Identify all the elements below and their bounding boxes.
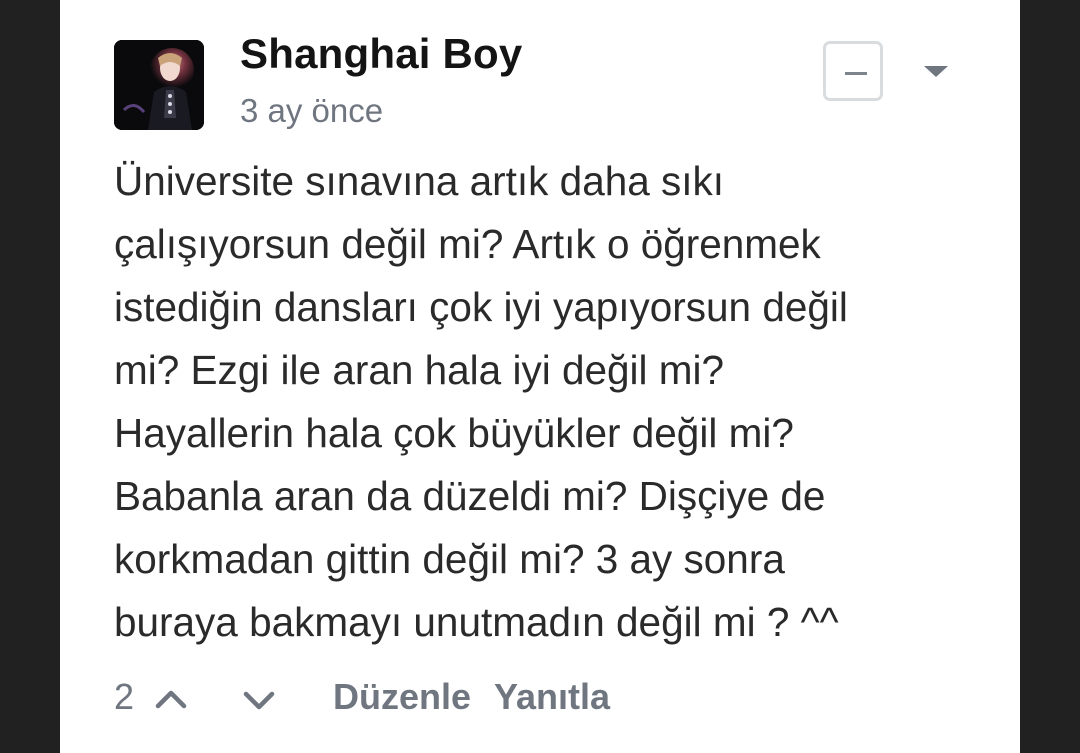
comment-line: Babanla aran da düzeldi mi? Dişçiye de — [114, 473, 826, 519]
chevron-down-icon — [243, 691, 275, 710]
avatar-image — [114, 40, 204, 130]
comment-line: mi? Ezgi ile aran hala iyi değil mi? — [114, 347, 725, 393]
comment-footer: 2 Düzenle Yanıtla — [114, 672, 974, 726]
collapse-button[interactable] — [823, 41, 883, 101]
comment-card: Shanghai Boy 3 ay önce Üniversite sınavı… — [60, 0, 1020, 753]
minus-icon — [845, 72, 867, 75]
edit-button[interactable]: Düzenle — [333, 676, 471, 718]
comment-body: Üniversite sınavına artık daha sıkı çalı… — [114, 150, 974, 654]
chevron-up-icon — [155, 690, 187, 709]
avatar[interactable] — [114, 40, 204, 130]
downvote-button[interactable] — [242, 686, 276, 714]
author-name[interactable]: Shanghai Boy — [240, 30, 522, 78]
comment-line: istediğin dansları çok iyi yapıyorsun de… — [114, 284, 848, 330]
caret-down-icon[interactable] — [924, 66, 948, 77]
upvote-button[interactable] — [154, 684, 188, 712]
comment-line: korkmadan gittin değil mi? 3 ay sonra — [114, 536, 785, 582]
comment-line: çalışıyorsun değil mi? Artık o öğrenmek — [114, 221, 821, 267]
reply-button[interactable]: Yanıtla — [494, 676, 610, 718]
comment-line: Üniversite sınavına artık daha sıkı — [114, 158, 725, 204]
comment-timestamp[interactable]: 3 ay önce — [240, 92, 383, 130]
comment-line: buraya bakmayı unutmadın değil mi ? ^^ — [114, 599, 839, 645]
comment-line: Hayallerin hala çok büyükler değil mi? — [114, 410, 794, 456]
vote-count: 2 — [114, 676, 135, 717]
screen: Shanghai Boy 3 ay önce Üniversite sınavı… — [0, 0, 1080, 753]
